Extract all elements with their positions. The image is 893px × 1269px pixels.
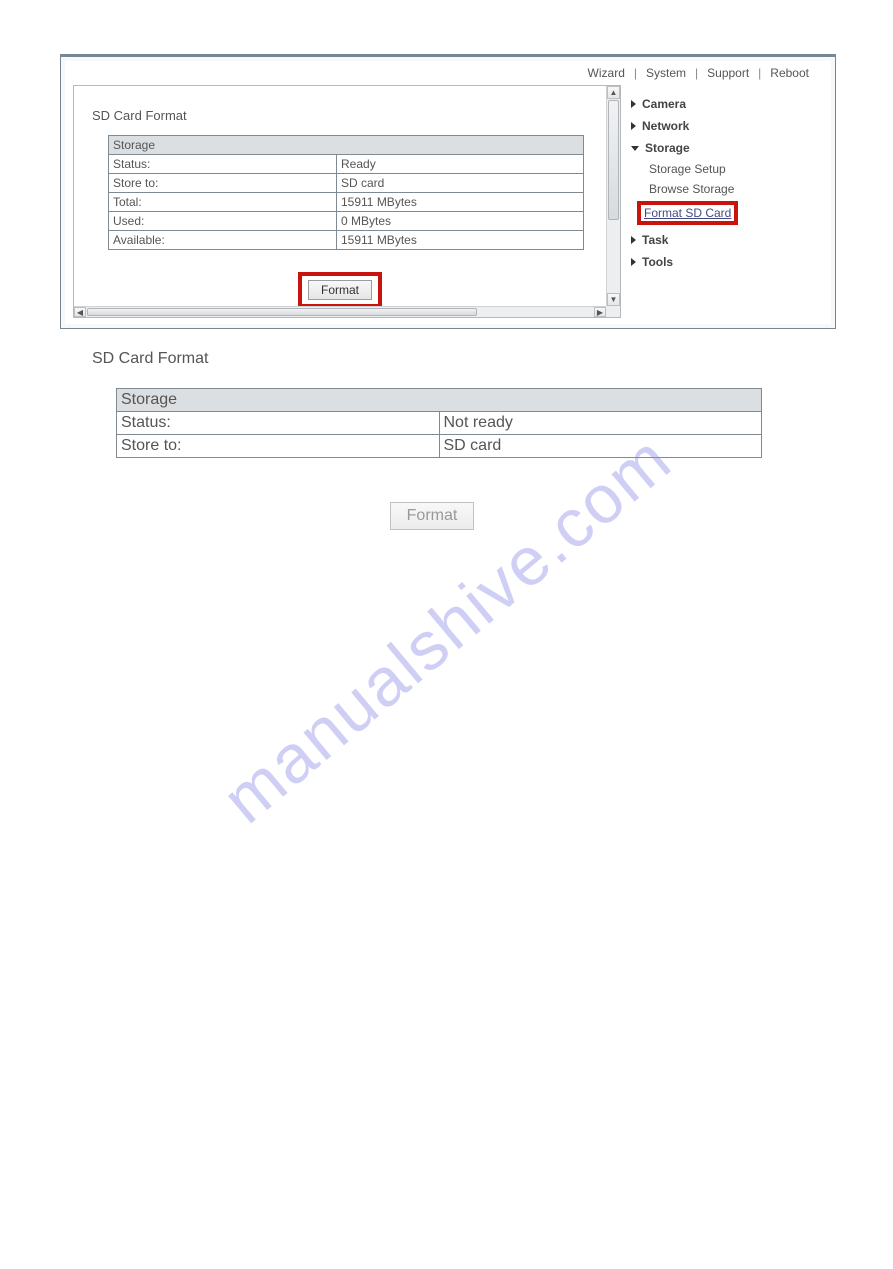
content-scrollarea: SD Card Format Storage Status: Ready Sto… [74,86,606,306]
chevron-down-icon [631,146,639,151]
row-key: Store to: [117,435,440,458]
top-link-bar: Wizard | System | Support | Reboot [65,61,831,85]
table-row: Status: Ready [109,155,584,174]
app-window: Wizard | System | Support | Reboot SD Ca… [60,54,836,329]
row-value: 0 MBytes [337,212,584,231]
chevron-right-icon [631,258,636,266]
nav-item-camera[interactable]: Camera [631,93,825,115]
highlight-box: Format [298,272,382,306]
horizontal-scrollbar[interactable]: ◀ ▶ [74,306,606,317]
nav-item-storage[interactable]: Storage [631,137,825,159]
row-value: 15911 MBytes [337,231,584,250]
table-row: Status: Not ready [117,412,762,435]
nav-item-tools[interactable]: Tools [631,251,825,273]
table-row: Available: 15911 MBytes [109,231,584,250]
nav-label: Network [642,119,689,133]
side-nav: Camera Network Storage Storage Setup Bro… [621,85,831,324]
nav-item-network[interactable]: Network [631,115,825,137]
link-separator: | [758,66,761,80]
row-key: Total: [109,193,337,212]
link-support[interactable]: Support [707,66,749,80]
link-system[interactable]: System [646,66,686,80]
chevron-right-icon [631,236,636,244]
nav-label: Task [642,233,668,247]
scroll-corner [606,306,620,317]
row-value: Ready [337,155,584,174]
row-value: SD card [337,174,584,193]
storage-table: Storage Status: Ready Store to: SD card [108,135,584,250]
nav-sub-format-sd[interactable]: Format SD Card [641,205,734,221]
format-button-wrap: Format [92,502,772,530]
hscroll-thumb[interactable] [87,308,477,316]
chevron-right-icon [631,122,636,130]
row-key: Available: [109,231,337,250]
row-value: Not ready [439,412,762,435]
nav-label: Camera [642,97,686,111]
scroll-down-icon[interactable]: ▼ [607,293,620,306]
nav-sub-browse-storage[interactable]: Browse Storage [631,179,825,199]
content-panel: SD Card Format Storage Status: Ready Sto… [73,85,621,318]
storage-table-header: Storage [117,389,762,412]
page-title: SD Card Format [92,350,772,368]
table-row: Total: 15911 MBytes [109,193,584,212]
nav-label: Storage [645,141,690,155]
link-separator: | [634,66,637,80]
format-button-wrap: Format [74,272,606,306]
scroll-right-icon[interactable]: ▶ [594,307,606,317]
row-value: 15911 MBytes [337,193,584,212]
row-key: Status: [117,412,440,435]
chevron-right-icon [631,100,636,108]
app-inner: Wizard | System | Support | Reboot SD Ca… [65,61,831,324]
nav-sub-storage-setup[interactable]: Storage Setup [631,159,825,179]
table-row: Used: 0 MBytes [109,212,584,231]
lower-section: SD Card Format Storage Status: Not ready… [92,350,772,530]
link-separator: | [695,66,698,80]
scroll-thumb[interactable] [608,100,619,220]
vertical-scrollbar[interactable]: ▲ ▼ [606,86,620,306]
nav-label: Tools [642,255,673,269]
link-wizard[interactable]: Wizard [588,66,625,80]
main-row: SD Card Format Storage Status: Ready Sto… [65,85,831,324]
table-row: Store to: SD card [117,435,762,458]
highlight-box: Format SD Card [637,201,738,225]
link-reboot[interactable]: Reboot [770,66,809,80]
storage-table-header: Storage [109,136,584,155]
table-row: Store to: SD card [109,174,584,193]
row-value: SD card [439,435,762,458]
row-key: Status: [109,155,337,174]
format-button[interactable]: Format [308,280,372,300]
scroll-up-icon[interactable]: ▲ [607,86,620,99]
storage-table-2: Storage Status: Not ready Store to: SD c… [116,388,762,458]
row-key: Store to: [109,174,337,193]
row-key: Used: [109,212,337,231]
nav-item-task[interactable]: Task [631,229,825,251]
format-button-disabled: Format [390,502,475,530]
scroll-left-icon[interactable]: ◀ [74,307,86,317]
page-title: SD Card Format [74,86,606,135]
